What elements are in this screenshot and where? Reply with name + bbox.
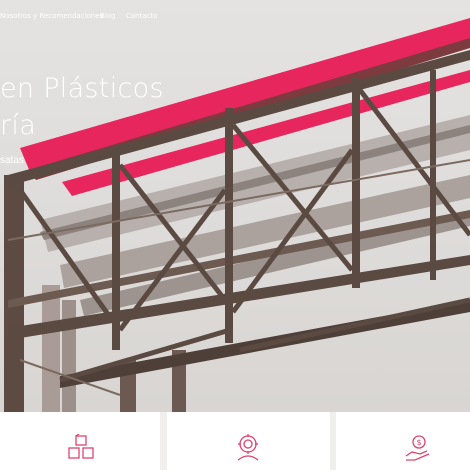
cubes-icon [68, 434, 94, 459]
gear-flower-icon [237, 434, 259, 461]
hero-subtitle: satas [0, 155, 24, 166]
nav-link-blog[interactable]: Blog [100, 12, 115, 20]
feature-card-3[interactable]: $ [336, 412, 470, 470]
feature-cards: $ [0, 412, 470, 470]
feature-card-1[interactable] [0, 412, 160, 470]
hero-title: en Plásticos ría [0, 70, 164, 144]
hero-title-line-2: ría [0, 110, 37, 141]
hero-section: Nosotros y Recomendaciones Blog Contacto… [0, 0, 470, 412]
svg-text:$: $ [417, 438, 422, 447]
nav-link-contacto[interactable]: Contacto [126, 12, 158, 20]
hero-title-line-1: en Plásticos [0, 73, 164, 104]
feature-card-2[interactable] [167, 412, 330, 470]
hand-coin-icon: $ [405, 435, 430, 461]
hero-photo [4, 18, 470, 412]
nav-link-nosotros[interactable]: Nosotros y Recomendaciones [0, 12, 103, 20]
